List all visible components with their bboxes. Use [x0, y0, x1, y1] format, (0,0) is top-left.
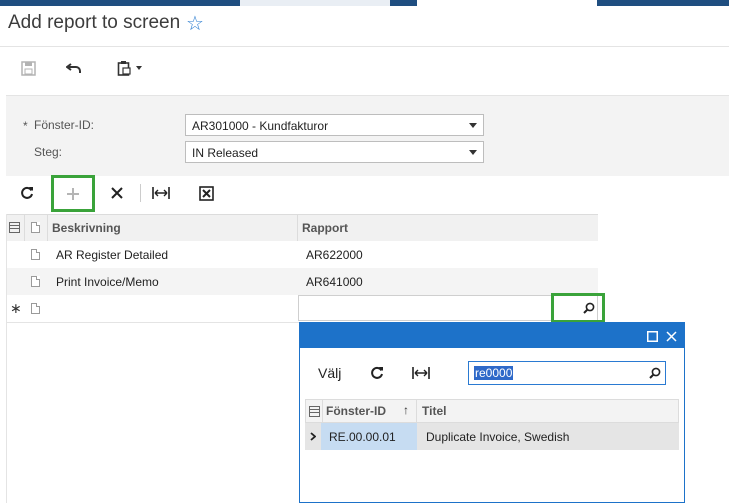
chevron-down-icon — [469, 150, 477, 155]
maximize-icon[interactable] — [647, 331, 658, 342]
step-label: Steg: — [34, 145, 63, 159]
row-report: AR622000 — [306, 248, 363, 262]
excel-icon — [198, 185, 214, 201]
search-icon — [583, 302, 595, 314]
refresh-button[interactable] — [17, 184, 37, 202]
row-description: Print Invoice/Memo — [56, 275, 159, 289]
undo-button[interactable] — [64, 59, 84, 77]
lookup-grid-header: Fönster-ID ↑ Titel — [305, 399, 679, 423]
new-row-marker: ∗ — [10, 300, 22, 316]
refresh-icon[interactable] — [370, 366, 384, 380]
search-icon[interactable] — [649, 367, 661, 379]
refresh-icon — [21, 186, 33, 199]
column-header-screen-id[interactable]: Fönster-ID — [326, 404, 386, 418]
column-divider — [416, 400, 417, 422]
screen-id-label: Fönster-ID: — [34, 118, 95, 132]
table-row[interactable]: RE.00.00.01 Duplicate Invoice, Swedish — [305, 423, 679, 450]
chevron-down-icon — [469, 123, 477, 128]
grid-left-border — [6, 214, 7, 503]
chevron-down-icon — [135, 66, 142, 70]
add-row-button[interactable] — [51, 175, 95, 212]
grid-header: Beskrivning Rapport — [6, 214, 598, 242]
fit-width-icon[interactable] — [412, 366, 430, 380]
save-button[interactable] — [18, 59, 38, 77]
new-row[interactable]: ∗ — [6, 295, 598, 323]
top-nav-segment — [240, 0, 390, 6]
file-icon — [31, 249, 40, 260]
favorite-star-icon[interactable]: ☆ — [186, 11, 204, 36]
lookup-search-button[interactable] — [551, 293, 605, 323]
column-header-title[interactable]: Titel — [422, 404, 446, 418]
file-icon — [31, 222, 40, 233]
row-description: AR Register Detailed — [56, 248, 169, 262]
row-screen-id: RE.00.00.01 — [329, 430, 396, 444]
close-icon[interactable] — [666, 331, 677, 342]
fit-columns-button[interactable] — [150, 184, 172, 202]
file-icon — [31, 303, 40, 314]
lookup-dialog: Välj re0000 Fönster-ID ↑ Titel RE.00.00.… — [299, 322, 685, 503]
undo-icon — [66, 63, 81, 73]
top-nav-bar — [0, 0, 729, 6]
row-selector-icon[interactable] — [9, 222, 20, 233]
clipboard-icon — [117, 61, 131, 76]
column-divider — [297, 215, 298, 241]
export-excel-button[interactable] — [196, 184, 216, 202]
required-marker: * — [23, 119, 28, 133]
sort-ascending-icon: ↑ — [403, 403, 409, 417]
select-button[interactable]: Välj — [318, 365, 341, 381]
table-row[interactable]: AR Register Detailed AR622000 — [6, 241, 598, 269]
column-divider — [24, 215, 25, 241]
screen-id-value: AR301000 - Kundfakturor — [192, 119, 329, 133]
divider — [0, 46, 729, 47]
column-divider — [322, 400, 323, 422]
lookup-search-input[interactable]: re0000 — [468, 361, 666, 385]
column-header-report[interactable]: Rapport — [302, 221, 348, 235]
search-value: re0000 — [474, 366, 514, 380]
chevron-right-icon — [310, 432, 316, 441]
toolbar-divider — [140, 184, 141, 202]
step-value: IN Released — [192, 146, 259, 160]
top-search-box[interactable] — [417, 0, 597, 6]
save-icon — [20, 60, 36, 76]
step-select[interactable]: IN Released — [185, 141, 484, 163]
clipboard-menu-button[interactable] — [112, 58, 146, 78]
table-row[interactable]: Print Invoice/Memo AR641000 — [6, 268, 598, 296]
dialog-header — [300, 323, 684, 348]
row-title: Duplicate Invoice, Swedish — [426, 430, 570, 444]
row-report: AR641000 — [306, 275, 363, 289]
fit-width-icon — [152, 187, 170, 199]
plus-icon — [67, 187, 79, 200]
column-header-description[interactable]: Beskrivning — [52, 221, 121, 235]
delete-row-button[interactable] — [107, 184, 127, 202]
close-icon — [111, 187, 123, 199]
screen-id-select[interactable]: AR301000 - Kundfakturor — [185, 114, 484, 136]
row-selector-icon[interactable] — [309, 406, 320, 417]
page-title: Add report to screen — [8, 12, 181, 33]
file-icon — [31, 276, 40, 287]
column-divider — [47, 215, 48, 241]
